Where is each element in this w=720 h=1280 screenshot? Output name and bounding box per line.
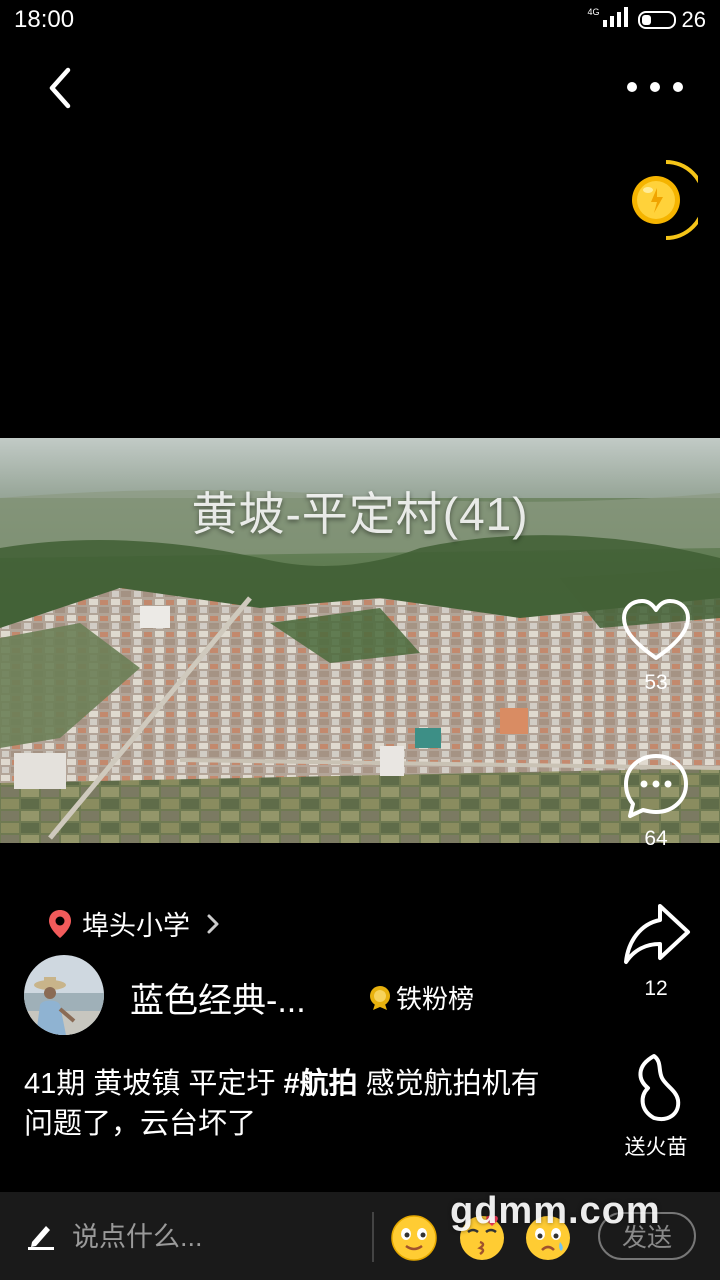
battery-level: 26 — [681, 7, 706, 32]
battery-icon — [637, 11, 676, 29]
caption-text: 41期 黄坡镇 平定圩 — [24, 1068, 284, 1100]
status-bar: 18:00 4G 26 — [0, 0, 720, 40]
author-row: 蓝色经典-... 铁粉榜 — [24, 955, 584, 1037]
location-link[interactable]: 埠头小学 — [48, 904, 220, 943]
like-count: 53 — [644, 671, 668, 694]
like-button[interactable]: 53 — [601, 598, 711, 695]
chevron-left-icon — [49, 67, 71, 109]
location-pin-icon — [49, 909, 71, 938]
author-name[interactable]: 蓝色经典-... — [130, 973, 306, 1022]
fans-rank-label: 铁粉榜 — [396, 984, 475, 1014]
network-type: 4G — [587, 7, 600, 17]
send-flame-button[interactable]: 送火苗 — [601, 1052, 711, 1161]
avatar[interactable] — [24, 955, 104, 1035]
hashtag-link[interactable]: #航拍 — [283, 1068, 357, 1100]
share-arrow-icon — [624, 904, 690, 964]
back-button[interactable] — [34, 60, 90, 116]
share-button[interactable]: 12 — [601, 900, 711, 1001]
location-name: 埠头小学 — [82, 911, 190, 941]
ellipsis-icon — [627, 82, 683, 92]
medal-icon — [370, 985, 390, 1010]
smile-emoji-icon[interactable] — [390, 1214, 438, 1262]
more-button[interactable] — [620, 62, 690, 112]
avatar-image — [24, 955, 104, 1035]
share-count: 12 — [644, 977, 668, 1000]
flame-icon — [638, 1054, 681, 1121]
status-indicators: 4G 26 — [587, 6, 706, 34]
watermark: gdmm.com — [450, 1190, 661, 1232]
comment-input[interactable] — [72, 1214, 362, 1260]
post-caption: 41期 黄坡镇 平定圩 #航拍 感觉航拍机有问题了，云台坏了 — [24, 1064, 564, 1144]
coin-reward-widget[interactable] — [626, 158, 706, 242]
comment-button[interactable]: 64 — [601, 750, 711, 851]
pen-icon — [28, 1226, 54, 1250]
comment-bubble-icon — [624, 754, 688, 818]
comment-count: 64 — [644, 827, 668, 850]
signal-icon — [602, 6, 632, 34]
status-time: 18:00 — [14, 6, 75, 33]
video-overlay-title: 黄坡-平定村(41) — [191, 488, 529, 540]
divider — [372, 1212, 374, 1262]
gold-coin-icon — [632, 160, 706, 240]
send-flame-label: 送火苗 — [624, 1136, 688, 1159]
heart-icon — [622, 599, 690, 660]
chevron-right-icon — [207, 914, 219, 933]
fans-rank-link[interactable]: 铁粉榜 — [368, 979, 474, 1016]
